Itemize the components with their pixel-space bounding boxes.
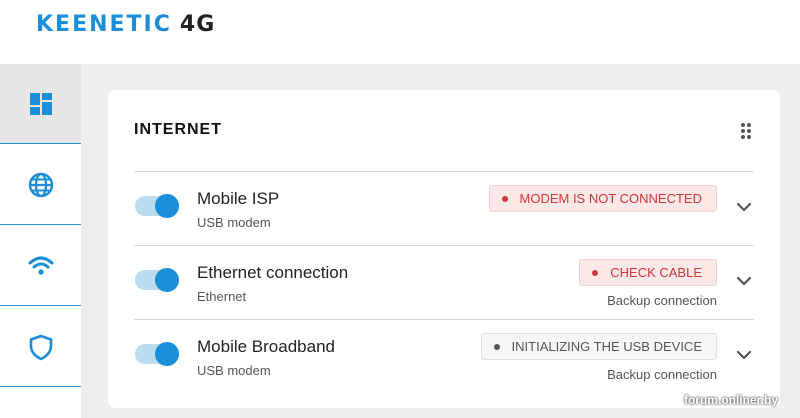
connection-name: Mobile ISP bbox=[197, 189, 280, 208]
toggle-knob bbox=[155, 268, 179, 292]
dashboard-icon bbox=[29, 92, 52, 115]
drag-handle-icon[interactable] bbox=[740, 122, 752, 140]
status-text: INITIALIZING THE USB DEVICE bbox=[511, 339, 702, 354]
status-dot-icon bbox=[493, 343, 500, 350]
chevron-down-icon[interactable] bbox=[736, 273, 752, 289]
watermark: forum.onliner.by bbox=[683, 393, 778, 407]
sidebar bbox=[0, 64, 81, 418]
toggle-knob bbox=[155, 194, 179, 218]
backup-note: Backup connection bbox=[607, 293, 717, 308]
connection-type: Ethernet bbox=[197, 289, 247, 304]
shield-icon bbox=[29, 334, 52, 360]
connection-row-mobile-isp[interactable]: Mobile ISP USB modem MODEM IS NOT CONNEC… bbox=[134, 171, 754, 245]
status-badge: INITIALIZING THE USB DEVICE bbox=[480, 333, 717, 360]
enable-toggle[interactable] bbox=[135, 268, 179, 292]
sidebar-item-dashboard[interactable] bbox=[0, 64, 81, 144]
logo-model: 4G bbox=[179, 12, 216, 37]
status-text: MODEM IS NOT CONNECTED bbox=[519, 191, 703, 206]
chevron-down-icon[interactable] bbox=[736, 347, 752, 363]
connection-row-ethernet[interactable]: Ethernet connection Ethernet CHECK CABLE… bbox=[134, 245, 754, 319]
connection-type: USB modem bbox=[197, 215, 271, 230]
enable-toggle[interactable] bbox=[135, 342, 179, 366]
status-text: CHECK CABLE bbox=[610, 265, 702, 280]
enable-toggle[interactable] bbox=[135, 194, 179, 218]
card-title: INTERNET bbox=[134, 121, 222, 138]
connection-name: Ethernet connection bbox=[197, 263, 349, 282]
status-badge: MODEM IS NOT CONNECTED bbox=[488, 185, 717, 212]
chevron-down-icon[interactable] bbox=[736, 199, 752, 215]
globe-icon bbox=[28, 172, 53, 197]
sidebar-item-internet[interactable] bbox=[0, 145, 81, 225]
sidebar-item-wifi[interactable] bbox=[0, 226, 81, 306]
wifi-icon bbox=[28, 256, 53, 275]
connection-type: USB modem bbox=[197, 363, 271, 378]
logo-brand: KEENETIC bbox=[36, 12, 172, 37]
sidebar-item-security[interactable] bbox=[0, 307, 81, 387]
header: KEENETIC 4G bbox=[0, 0, 800, 64]
status-dot-icon bbox=[501, 195, 508, 202]
status-badge: CHECK CABLE bbox=[579, 259, 717, 286]
connection-row-mobile-broadband[interactable]: Mobile Broadband USB modem INITIALIZING … bbox=[134, 319, 754, 393]
connection-name: Mobile Broadband bbox=[197, 337, 335, 356]
logo[interactable]: KEENETIC 4G bbox=[36, 12, 215, 38]
internet-card: INTERNET Mobile ISP USB modem MODEM IS N… bbox=[108, 90, 780, 408]
backup-note: Backup connection bbox=[607, 367, 717, 382]
toggle-knob bbox=[155, 342, 179, 366]
status-dot-icon bbox=[592, 269, 599, 276]
